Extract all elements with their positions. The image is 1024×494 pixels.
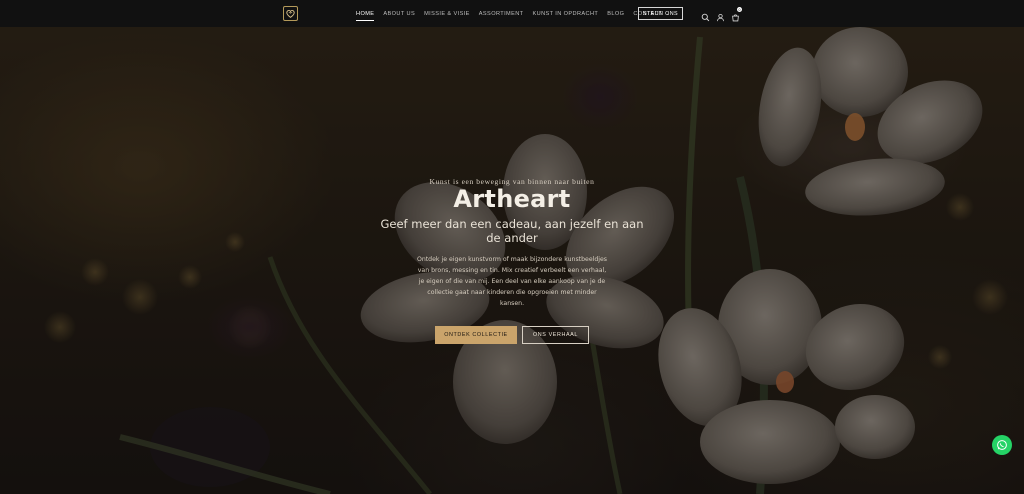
whatsapp-icon[interactable]: [992, 435, 1012, 455]
steun-ons-button[interactable]: STEUN ONS: [638, 7, 683, 20]
nav-item-blog[interactable]: BLOG: [607, 11, 624, 17]
hero-subtitle: Geef meer dan een cadeau, aan jezelf en …: [380, 217, 644, 245]
hero-section: Kunst is een beweging van binnen naar bu…: [0, 27, 1024, 494]
nav-item-assortiment[interactable]: ASSORTIMENT: [479, 11, 524, 17]
nav-item-missie-visie[interactable]: MISSIE & VISIE: [424, 11, 470, 17]
hero-body-text: Ontdek je eigen kunstvorm of maak bijzon…: [416, 256, 608, 307]
cart-count-badge: 0: [737, 7, 742, 12]
ontdek-collectie-button[interactable]: ONTDEK COLLECTIE: [435, 326, 517, 344]
hero-title: Artheart: [453, 185, 571, 213]
ons-verhaal-button[interactable]: ONS VERHAAL: [522, 326, 589, 344]
nav-item-kunst-in-opdracht[interactable]: KUNST IN OPDRACHT: [533, 11, 599, 17]
nav-item-home[interactable]: HOME: [356, 11, 375, 21]
main-nav: HOME ABOUT US MISSIE & VISIE ASSORTIMENT…: [356, 0, 679, 27]
hero-content: Kunst is een beweging van binnen naar bu…: [0, 27, 1024, 494]
user-icon[interactable]: [716, 9, 725, 22]
heart-logo-icon[interactable]: [283, 6, 298, 21]
nav-item-about-us[interactable]: ABOUT US: [383, 11, 415, 17]
search-icon[interactable]: [701, 9, 710, 22]
site-header: HOME ABOUT US MISSIE & VISIE ASSORTIMENT…: [0, 0, 1024, 27]
